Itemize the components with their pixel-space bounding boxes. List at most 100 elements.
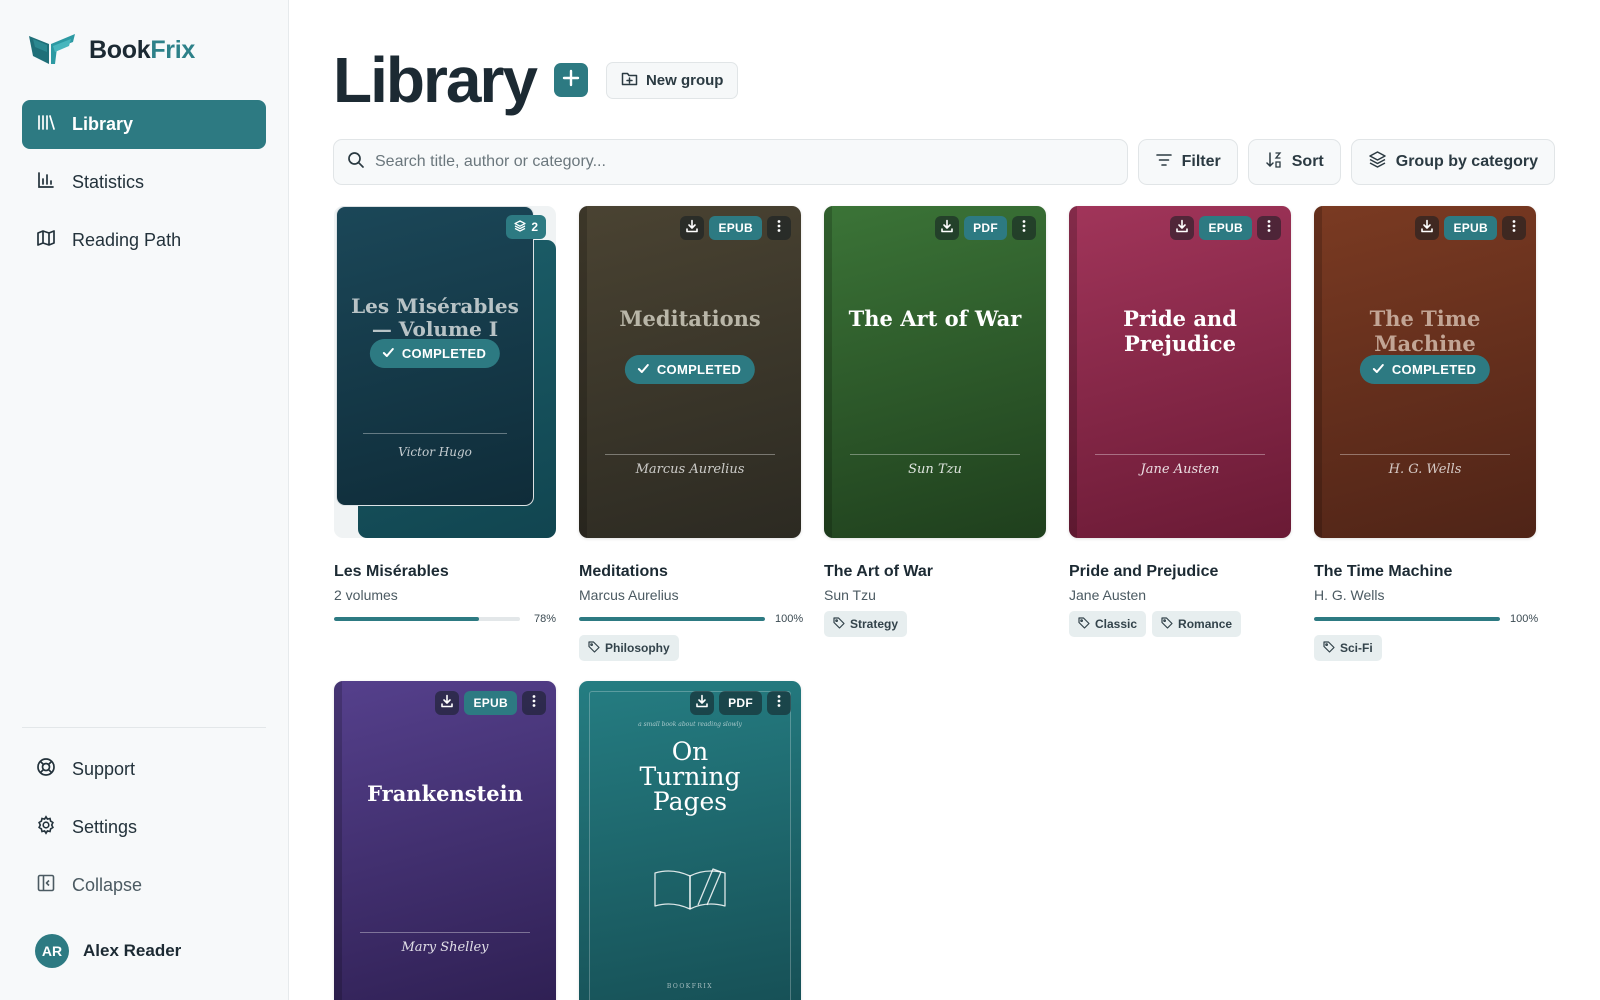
download-icon — [685, 219, 699, 238]
completed-badge: COMPLETED — [369, 339, 501, 368]
sidebar-item-collapse[interactable]: Collapse — [22, 861, 266, 910]
cover-rule — [1340, 454, 1510, 455]
tag-icon — [833, 616, 845, 632]
category-tag[interactable]: Philosophy — [579, 635, 679, 661]
library-icon — [36, 112, 56, 137]
book-card-on-turning-pages[interactable]: PDF a small book about reading slowly On… — [579, 681, 801, 1000]
more-options-button[interactable] — [767, 691, 791, 715]
category-tag[interactable]: Sci-Fi — [1314, 635, 1382, 661]
sort-icon — [1265, 151, 1283, 174]
more-options-button[interactable] — [522, 691, 546, 715]
brand-name: BookFrix — [89, 36, 195, 64]
cover-actions: PDF — [935, 216, 1036, 240]
cover-rule — [850, 454, 1020, 455]
book-card-les-miserables[interactable]: Les Misérables — Volume I COMPLETED Vict… — [334, 206, 556, 625]
category-tag[interactable]: Classic — [1069, 611, 1147, 637]
book-title[interactable]: Pride and Prejudice — [1069, 563, 1291, 581]
cover-actions: EPUB — [435, 691, 546, 715]
user-profile[interactable]: AR Alex Reader — [35, 934, 181, 968]
sidebar-item-library[interactable]: Library — [22, 100, 266, 149]
download-icon — [1175, 219, 1189, 238]
bookfrix-logo-icon — [27, 30, 79, 71]
brand[interactable]: BookFrix — [27, 30, 195, 71]
sidebar-item-settings[interactable]: Settings — [22, 803, 266, 852]
new-group-button[interactable]: New group — [605, 61, 739, 99]
sidebar-item-support[interactable]: Support — [22, 745, 266, 794]
book-card-meditations[interactable]: EPUB Meditations COMPLETED Marcus Aureli… — [579, 206, 803, 661]
download-button[interactable] — [680, 216, 705, 240]
more-vertical-icon — [772, 694, 786, 713]
cover-rule — [360, 932, 530, 933]
collapse-icon — [36, 873, 56, 898]
sidebar-item-label: Library — [72, 114, 134, 134]
tag-label: Classic — [1095, 617, 1138, 631]
sidebar-item-statistics[interactable]: Statistics — [22, 158, 266, 207]
add-book-button[interactable] — [553, 63, 588, 97]
download-icon — [1420, 219, 1434, 238]
book-title[interactable]: The Art of War — [824, 563, 1046, 581]
book-title[interactable]: The Time Machine — [1314, 563, 1536, 581]
sidebar-item-label: Reading Path — [72, 230, 182, 250]
book-cover[interactable]: EPUB Meditations COMPLETED Marcus Aureli… — [579, 206, 801, 538]
download-icon — [440, 694, 454, 713]
download-button[interactable] — [1170, 216, 1195, 240]
completed-label: COMPLETED — [1391, 362, 1477, 377]
more-options-button[interactable] — [1012, 216, 1036, 240]
progress-bar — [334, 617, 520, 621]
cover-title: The Time Machine — [1369, 306, 1481, 356]
book-author: Jane Austen — [1069, 587, 1147, 603]
open-book-icon — [653, 867, 727, 916]
cover-spine — [1314, 206, 1322, 538]
more-vertical-icon — [1507, 219, 1521, 238]
download-icon — [695, 694, 709, 713]
book-card-the-time-machine[interactable]: EPUB The Time Machine COMPLETED H. G. We… — [1314, 206, 1538, 661]
group-by-category-button[interactable]: Group by category — [1350, 139, 1555, 185]
filter-label: Filter — [1181, 153, 1221, 170]
cover-rule — [1095, 454, 1265, 455]
completed-badge: COMPLETED — [1359, 355, 1491, 384]
completed-label: COMPLETED — [401, 346, 487, 361]
cover-title: Meditations — [619, 306, 761, 331]
more-options-button[interactable] — [1257, 216, 1281, 240]
sidebar-item-reading-path[interactable]: Reading Path — [22, 216, 266, 265]
book-card-pride-and-prejudice[interactable]: EPUB Pride and Prejudice Jane Austen Pri… — [1069, 206, 1291, 637]
book-title[interactable]: Meditations — [579, 563, 801, 581]
book-card-the-art-of-war[interactable]: PDF The Art of War Sun Tzu The Art of Wa… — [824, 206, 1046, 637]
category-tag[interactable]: Strategy — [824, 611, 908, 637]
sort-button[interactable]: Sort — [1247, 139, 1341, 185]
category-tag[interactable]: Romance — [1152, 611, 1242, 637]
book-cover[interactable]: EPUB Pride and Prejudice Jane Austen — [1069, 206, 1291, 538]
progress-bar — [1314, 617, 1500, 621]
download-button[interactable] — [1415, 216, 1440, 240]
download-button[interactable] — [690, 691, 715, 715]
cover-actions: EPUB — [1170, 216, 1281, 240]
book-author: H. G. Wells — [1314, 587, 1385, 603]
group-by-label: Group by category — [1395, 153, 1538, 170]
cover-kicker: a small book about reading slowly — [638, 721, 742, 728]
book-cover-stack[interactable]: Les Misérables — Volume I COMPLETED Vict… — [334, 206, 556, 538]
user-name: Alex Reader — [83, 941, 182, 960]
book-cover[interactable]: PDF The Art of War Sun Tzu — [824, 206, 1046, 538]
progress-fill — [579, 617, 765, 621]
cover-rule — [363, 433, 507, 434]
download-button[interactable] — [435, 691, 460, 715]
cover-actions: EPUB — [680, 216, 791, 240]
book-cover[interactable]: EPUB The Time Machine COMPLETED H. G. We… — [1314, 206, 1536, 538]
layers-icon — [514, 219, 526, 235]
download-icon — [940, 219, 954, 238]
book-cover[interactable]: EPUB Frankenstein Mary Shelley — [334, 681, 556, 1000]
book-card-frankenstein[interactable]: EPUB Frankenstein Mary Shelley — [334, 681, 556, 1000]
reading-progress: 100% — [579, 613, 803, 625]
book-cover[interactable]: PDF a small book about reading slowly On… — [579, 681, 801, 1000]
search-input[interactable] — [375, 153, 1127, 171]
cover-author: Marcus Aurelius — [635, 462, 745, 477]
download-button[interactable] — [935, 216, 960, 240]
book-title[interactable]: Les Misérables — [334, 563, 556, 581]
cover-actions: PDF — [690, 691, 791, 715]
more-options-button[interactable] — [1502, 216, 1526, 240]
sidebar-item-label: Statistics — [72, 172, 145, 192]
search-box — [333, 139, 1128, 185]
filter-button[interactable]: Filter — [1137, 139, 1238, 185]
cover-rule — [605, 454, 775, 455]
more-options-button[interactable] — [767, 216, 791, 240]
